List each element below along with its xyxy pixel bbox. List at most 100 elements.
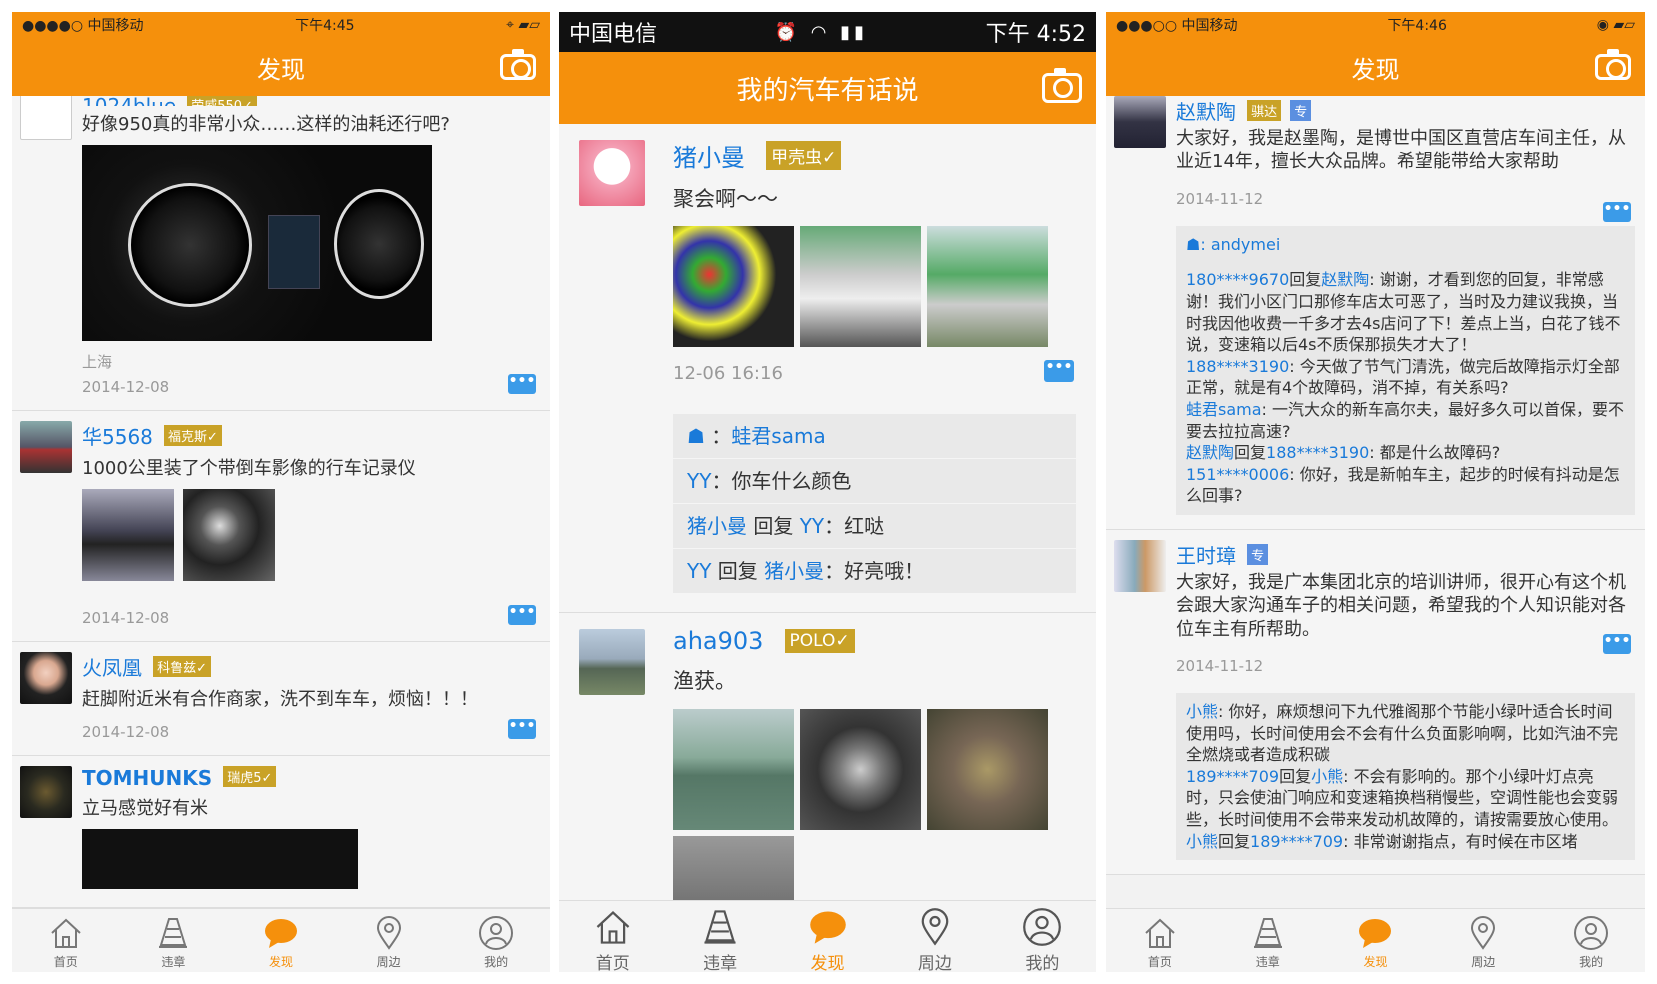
tab-violations[interactable]: 违章 [120,909,228,972]
username[interactable]: 1024blue [82,96,176,106]
carrier: 中国电信 [569,22,658,47]
tab-label: 发现 [268,955,293,969]
post-date: 2014-12-08 [82,722,170,741]
car-badge: 福克斯✓ [164,425,222,447]
screen-discover-1: ●●●●○ 中国移动 下午4:45 ⌖ ▰▱ 发现 1024blue 荣威550… [12,12,550,972]
tab-label: 首页 [1147,955,1172,969]
feed-post[interactable]: 1024blue 荣威550✓ 好像950真的非常小众……这样的油耗还行吧? 上… [12,96,550,412]
carrier: ●●●●○ 中国移动 [22,18,144,34]
thumbs-up-icon: ☗ [687,424,705,449]
tab-violations[interactable]: 违章 [1214,909,1322,972]
avatar[interactable] [1114,539,1166,592]
user-icon [1573,915,1609,951]
feed-post[interactable]: aha903 POLO✓ 渔获。 [559,613,1096,900]
camera-icon[interactable] [1042,68,1082,103]
post-text: 赶脚附近米有合作商家，洗不到车车，烦恼！！！ [82,689,478,711]
username[interactable]: 猪小曼 [673,138,745,173]
feed: 1024blue 荣威550✓ 好像950真的非常小众……这样的油耗还行吧? 上… [12,96,550,908]
post-image[interactable] [82,489,174,582]
feed-post[interactable]: TOMHUNKS 瑞虎5✓ 立马感觉好有米 [12,755,550,908]
tab-nearby[interactable]: 周边 [881,901,988,972]
username[interactable]: 王时璋 [1176,540,1236,569]
comment[interactable]: YY：你车什么颜色 [673,459,1076,505]
more-icon[interactable]: ••• [508,718,536,739]
avatar[interactable] [579,140,645,206]
post-image[interactable] [800,708,921,830]
avatar[interactable] [579,629,645,696]
tab-violations[interactable]: 违章 [666,901,773,972]
tab-discover[interactable]: 发现 [1322,909,1430,972]
more-icon[interactable]: ••• [508,374,536,395]
feed-post[interactable]: 华5568 福克斯✓ 1000公里装了个带倒车影像的行车记录仪 2014-12-… [12,411,550,643]
post-image[interactable] [927,708,1048,830]
more-icon[interactable]: ••• [1044,360,1074,382]
tab-mine[interactable]: 我的 [442,909,550,972]
nav-bar: 我的汽车有话说 [559,52,1096,124]
tab-mine[interactable]: 我的 [989,901,1096,972]
tab-home[interactable]: 首页 [1106,909,1214,972]
username[interactable]: TOMHUNKS [82,766,212,790]
feed-post[interactable]: 王时璋 专 大家好，我是广本集团北京的培训讲师，很开心有这个机会跟大家沟通车子的… [1106,529,1645,876]
comment[interactable]: YY 回复 猪小曼：好亮哦！ [673,549,1076,595]
comment[interactable]: 189****709回复小熊: 不会有影响的。那个小绿叶灯点亮时，只会使油门响应… [1186,766,1625,831]
post-text: 好像950真的非常小众……这样的油耗还行吧? [82,114,450,135]
chat-bubble-icon [808,907,848,947]
user-icon [478,915,514,951]
avatar[interactable] [20,765,72,818]
username[interactable]: 火凤凰 [82,652,142,681]
post-image[interactable] [183,489,276,582]
comment[interactable]: 蛙君sama: 一汽大众的新车高尔夫，最好多久可以首保，要不要去拉拉高速? [1186,399,1625,442]
feed-post[interactable]: 火凤凰 科鲁兹✓ 赶脚附近米有合作商家，洗不到车车，烦恼！！！ 2014-12-… [12,642,550,756]
tab-label: 发现 [810,954,845,972]
tab-nearby[interactable]: 周边 [335,909,443,972]
post-image[interactable] [927,226,1048,348]
likes-row: ☗: andymei [1186,234,1281,254]
feed: 赵默陶 骐达 专 大家好，我是赵墨陶，是博世中国区直营店车间主任，从业近14年，… [1106,96,1645,908]
avatar[interactable] [1114,96,1166,148]
avatar[interactable] [20,421,72,474]
post-text: 立马感觉好有米 [82,797,208,819]
post-image[interactable] [82,828,358,889]
comment[interactable]: 猪小曼 回复 YY：红哒 [673,504,1076,550]
home-icon [48,915,84,951]
tab-discover[interactable]: 发现 [227,909,335,972]
post-image[interactable] [82,145,432,342]
clock: 下午4:46 [1387,18,1447,34]
tab-home[interactable]: 首页 [559,901,666,972]
status-icons: ⏰ ◠ ▮▮ [774,21,868,43]
more-icon[interactable]: ••• [1603,633,1631,654]
username[interactable]: 华5568 [82,421,153,450]
post-image[interactable] [673,835,794,900]
car-badge: 甲壳虫✓ [766,141,842,170]
username[interactable]: 赵默陶 [1176,96,1236,125]
like-user[interactable]: 蛙君sama [731,424,825,448]
post-image[interactable] [800,226,921,348]
comment[interactable]: 180****9670回复赵默陶: 谢谢，才看到您的回复，非常感谢！我们小区门口… [1186,269,1625,355]
feed-post[interactable]: 猪小曼 甲壳虫✓ 聚会啊～～ 12-06 16:16 ••• ☗ ：蛙君sama… [559,124,1096,614]
post-image[interactable] [673,226,794,348]
tab-label: 违章 [1255,955,1280,969]
camera-icon[interactable] [500,49,536,80]
comment[interactable]: 151****0006: 你好，我是新帕车主，起步的时候有抖动是怎么回事? [1186,464,1625,507]
feed-post[interactable]: 赵默陶 骐达 专 大家好，我是赵墨陶，是博世中国区直营店车间主任，从业近14年，… [1106,96,1645,530]
tab-home[interactable]: 首页 [12,909,120,972]
username[interactable]: aha903 [673,627,763,655]
tab-nearby[interactable]: 周边 [1429,909,1537,972]
tab-label: 发现 [1363,955,1388,969]
tab-discover[interactable]: 发现 [774,901,881,972]
comment[interactable]: 小熊: 你好，麻烦想问下九代雅阁那个节能小绿叶适合长时间使用吗，长时间使用会不会… [1186,701,1625,766]
comment[interactable]: 188****3190: 今天做了节气门清洗，做完后故障指示灯全部正常，就是有4… [1186,356,1625,399]
car-badge: 瑞虎5✓ [223,765,277,787]
comment[interactable]: 赵默陶回复188****3190: 都是什么故障码? [1186,442,1625,464]
more-icon[interactable]: ••• [1603,202,1631,222]
avatar[interactable] [20,96,72,140]
camera-icon[interactable] [1595,49,1631,80]
cone-icon [1250,915,1286,951]
comment[interactable]: 小熊回复189****709: 非常谢谢指点，有时候在市区堵 [1186,831,1625,853]
avatar[interactable] [20,652,72,705]
tab-label: 我的 [484,955,509,969]
tab-mine[interactable]: 我的 [1537,909,1645,972]
user-icon [1022,907,1062,947]
more-icon[interactable]: ••• [508,605,536,626]
post-image[interactable] [673,708,794,830]
